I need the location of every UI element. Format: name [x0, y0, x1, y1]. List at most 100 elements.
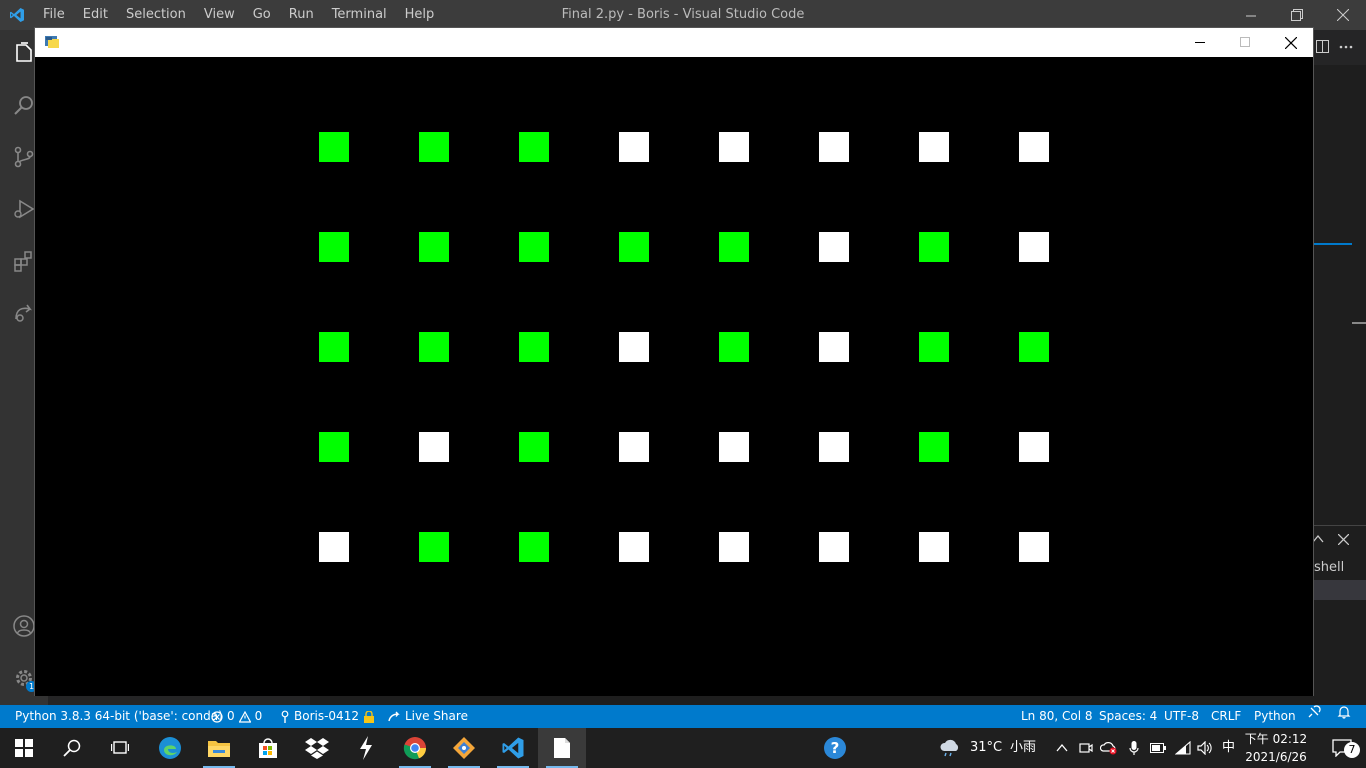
taskbar-search-button[interactable] — [48, 728, 96, 768]
taskbar-pygame-window[interactable] — [538, 728, 586, 768]
grid-cell-white[interactable] — [919, 132, 949, 162]
grid-cell-white[interactable] — [919, 532, 949, 562]
menu-edit[interactable]: Edit — [74, 0, 117, 30]
indentation[interactable]: Spaces: 4 — [1099, 705, 1157, 728]
grid-cell-green[interactable] — [619, 232, 649, 262]
help-tray-button[interactable]: ? — [811, 728, 859, 768]
grid-cell-green[interactable] — [919, 232, 949, 262]
grid-cell-green[interactable] — [519, 332, 549, 362]
grid-cell-white[interactable] — [819, 532, 849, 562]
line-endings[interactable]: CRLF — [1211, 705, 1241, 728]
vscode-restore-button[interactable] — [1274, 0, 1320, 30]
grid-cell-green[interactable] — [419, 232, 449, 262]
grid-cell-green[interactable] — [319, 432, 349, 462]
input-method-indicator[interactable]: 中 — [1222, 728, 1235, 768]
menu-selection[interactable]: Selection — [117, 0, 195, 30]
grid-cell-white[interactable] — [1019, 232, 1049, 262]
grid-cell-green[interactable] — [319, 332, 349, 362]
grid-cell-white[interactable] — [1019, 132, 1049, 162]
tray-battery[interactable] — [1148, 728, 1168, 768]
taskbar-dropbox[interactable] — [293, 728, 341, 768]
grid-cell-white[interactable] — [719, 132, 749, 162]
action-center-button[interactable]: 7 — [1318, 728, 1366, 768]
grid-cell-white[interactable] — [819, 432, 849, 462]
grid-cell-green[interactable] — [319, 232, 349, 262]
menu-run[interactable]: Run — [280, 0, 323, 30]
grid-cell-white[interactable] — [619, 332, 649, 362]
taskbar-store[interactable] — [244, 728, 292, 768]
grid-cell-white[interactable] — [719, 432, 749, 462]
show-hidden-icons-button[interactable] — [1052, 728, 1072, 768]
menu-terminal[interactable]: Terminal — [323, 0, 396, 30]
grid-cell-green[interactable] — [719, 332, 749, 362]
grid-cell-white[interactable] — [1019, 432, 1049, 462]
grid-cell-green[interactable] — [419, 332, 449, 362]
tray-network[interactable] — [1172, 728, 1194, 768]
menu-help[interactable]: Help — [396, 0, 444, 30]
feedback-icon[interactable] — [1307, 705, 1321, 719]
grid-cell-green[interactable] — [919, 432, 949, 462]
menu-view[interactable]: View — [195, 0, 244, 30]
grid-cell-green[interactable] — [519, 232, 549, 262]
tray-onedrive-error[interactable] — [1098, 728, 1120, 768]
weather-temperature[interactable]: 31°C — [970, 728, 1002, 768]
taskbar-app-bolt[interactable] — [342, 728, 390, 768]
grid-cell-white[interactable] — [819, 232, 849, 262]
tray-meet-now[interactable] — [1076, 728, 1096, 768]
grid-cell-white[interactable] — [719, 532, 749, 562]
vscode-icon — [502, 737, 524, 759]
grid-cell-white[interactable] — [319, 532, 349, 562]
split-editor-icon[interactable] — [1316, 40, 1330, 54]
grid-cell-white[interactable] — [819, 132, 849, 162]
grid-cell-white[interactable] — [819, 332, 849, 362]
grid-cell-green[interactable] — [319, 132, 349, 162]
more-actions-icon[interactable] — [1338, 40, 1354, 54]
taskbar-clock[interactable]: 下午 02:12 2021/6/26 — [1238, 730, 1314, 766]
language-mode[interactable]: Python — [1254, 705, 1296, 728]
grid-cell-white[interactable] — [619, 532, 649, 562]
grid-cell-green[interactable] — [1019, 332, 1049, 362]
grid-cell-white[interactable] — [619, 432, 649, 462]
pygame-titlebar[interactable] — [35, 28, 1313, 57]
weather-description[interactable]: 小雨 — [1010, 728, 1036, 768]
tray-volume[interactable] — [1195, 728, 1215, 768]
vscode-minimize-button[interactable] — [1228, 0, 1274, 30]
close-panel-icon[interactable] — [1338, 534, 1349, 545]
grid-cell-white[interactable] — [619, 132, 649, 162]
tray-microphone[interactable] — [1124, 728, 1144, 768]
terminal-shell-label[interactable]: shell — [1314, 560, 1344, 575]
vscode-close-button[interactable] — [1320, 0, 1366, 30]
python-interpreter[interactable]: Python 3.8.3 64-bit ('base': conda) — [15, 705, 223, 728]
account-item[interactable]: Boris-0412 — [280, 705, 375, 728]
pygame-maximize-button[interactable] — [1223, 28, 1268, 57]
grid-cell-white[interactable] — [1019, 532, 1049, 562]
notifications-bell-icon[interactable] — [1337, 705, 1351, 719]
taskbar-vscode[interactable] — [489, 728, 537, 768]
task-view-button[interactable] — [96, 728, 144, 768]
file-encoding[interactable]: UTF-8 — [1164, 705, 1199, 728]
menu-go[interactable]: Go — [244, 0, 280, 30]
grid-cell-white[interactable] — [419, 432, 449, 462]
grid-cell-green[interactable] — [519, 432, 549, 462]
warning-icon — [238, 710, 251, 723]
grid-cell-green[interactable] — [419, 132, 449, 162]
taskbar-chrome[interactable] — [391, 728, 439, 768]
grid-cell-green[interactable] — [919, 332, 949, 362]
grid-cell-green[interactable] — [419, 532, 449, 562]
grid-cell-green[interactable] — [719, 232, 749, 262]
grid-cell-green[interactable] — [519, 532, 549, 562]
pygame-minimize-button[interactable] — [1178, 28, 1223, 57]
pygame-canvas[interactable] — [35, 57, 1313, 696]
grid-cell-green[interactable] — [519, 132, 549, 162]
terminal-selected-row[interactable] — [1310, 580, 1366, 600]
problems-indicator[interactable]: 0 0 — [211, 705, 262, 728]
weather-widget[interactable] — [926, 728, 974, 768]
taskbar-edge[interactable] — [146, 728, 194, 768]
cursor-position[interactable]: Ln 80, Col 8 — [1021, 705, 1093, 728]
pygame-close-button[interactable] — [1268, 28, 1313, 57]
taskbar-git-app[interactable] — [440, 728, 488, 768]
start-button[interactable] — [0, 728, 48, 768]
taskbar-file-explorer[interactable] — [195, 728, 243, 768]
menu-file[interactable]: File — [34, 0, 74, 30]
live-share-button[interactable]: Live Share — [387, 705, 468, 728]
